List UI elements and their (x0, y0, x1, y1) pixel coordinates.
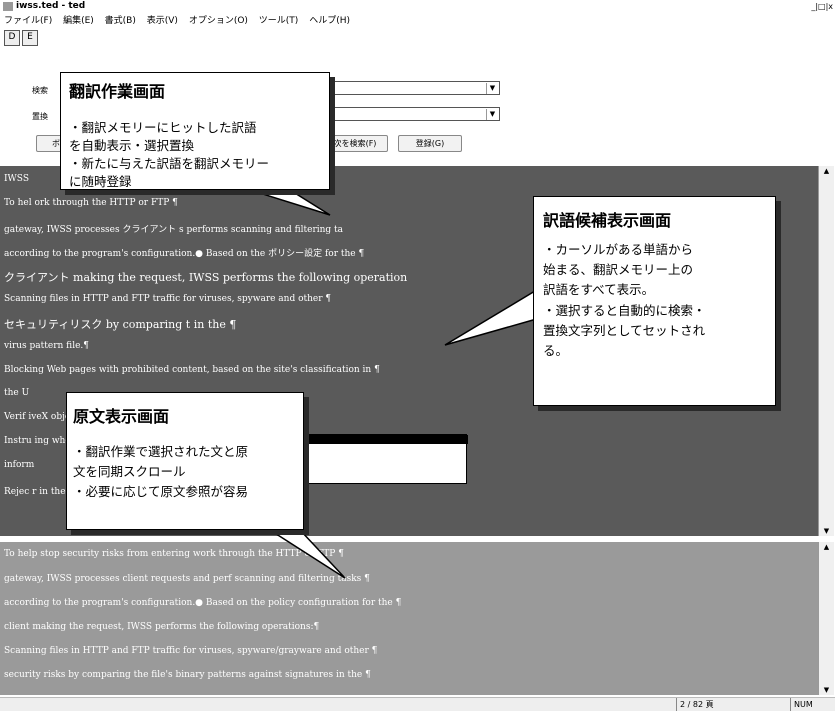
callout-text: ・新たに与えた訳語を翻訳メモリー (69, 156, 270, 171)
callout-text: 訳語をすべて表示。 (543, 282, 655, 297)
callout-text: ・選択すると自動的に検索・ (543, 303, 706, 318)
callout-candidate-screen: 訳語候補表示画面 ・カーソルがある単語から 始まる、翻訳メモリー上の 訳語をすべ… (533, 196, 776, 406)
callout-translation-screen: 翻訳作業画面 ・翻訳メモリーにヒットした訳語 を自動表示・選択置換 ・新たに与え… (60, 72, 330, 190)
callout-text: る。 (543, 343, 569, 358)
source-callout-tail (267, 529, 346, 579)
candidate-callout-tail (444, 286, 541, 346)
callout-text: 始まる、翻訳メモリー上の (543, 262, 694, 277)
callout-text: ・必要に応じて原文参照が容易 (73, 484, 249, 499)
callout-text: を自動表示・選択置換 (69, 138, 195, 153)
callout-source-screen: 原文表示画面 ・翻訳作業で選択された文と原 文を同期スクロール ・必要に応じて原… (66, 392, 304, 530)
callout-text: 文を同期スクロール (73, 464, 186, 479)
callout-text: に随時登録 (69, 174, 132, 189)
callout-text: ・翻訳メモリーにヒットした訳語 (69, 120, 257, 135)
callout-text: 置換文字列としてセットされ (543, 323, 706, 338)
callout-title: 翻訳作業画面 (69, 82, 166, 101)
callout-title: 原文表示画面 (73, 407, 170, 426)
callout-title: 訳語候補表示画面 (543, 211, 672, 230)
callout-text: ・カーソルがある単語から (543, 242, 694, 257)
translation-callout-tail (249, 189, 331, 216)
callout-text: ・翻訳作業で選択された文と原 (73, 444, 249, 459)
